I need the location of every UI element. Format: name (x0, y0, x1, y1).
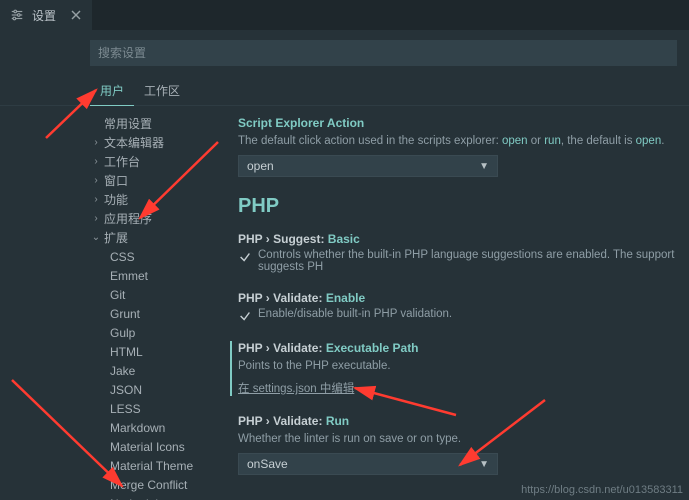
edit-in-settings-json-link[interactable]: 在 settings.json 中编辑 (238, 380, 689, 396)
setting-title: Script Explorer Action (238, 116, 689, 130)
tree-ext-material-theme[interactable]: Material Theme (110, 456, 230, 475)
setting-title-name: Executable Path (326, 341, 419, 355)
setting-checkbox-row[interactable]: Controls whether the built-in PHP langua… (238, 249, 689, 273)
tree-application[interactable]: ›应用程序 (90, 209, 230, 228)
tree-label: 窗口 (104, 172, 128, 189)
desc-text: , the default is (561, 135, 636, 147)
tree-ext-jake[interactable]: Jake (110, 361, 230, 380)
section-header-php: PHP (238, 195, 689, 218)
tree-ext-merge-conflict[interactable]: Merge Conflict (110, 475, 230, 494)
tree-ext-grunt[interactable]: Grunt (110, 304, 230, 323)
setting-php-validate-enable: PHP › Validate: Enable Enable/disable bu… (230, 291, 689, 323)
scope-tabs: 用户 工作区 (0, 76, 689, 106)
scope-tab-user[interactable]: 用户 (90, 76, 134, 106)
chevron-down-icon: ▼ (479, 161, 489, 172)
tree-ext-material-icons[interactable]: Material Icons (110, 437, 230, 456)
script-explorer-action-select[interactable]: open ▼ (238, 155, 498, 177)
tree-text-editor[interactable]: ›文本编辑器 (90, 133, 230, 152)
search-input[interactable] (90, 40, 677, 66)
chevron-right-icon: › (90, 137, 102, 148)
setting-checkbox-row[interactable]: Enable/disable built-in PHP validation. (238, 308, 689, 323)
desc-code: open (502, 135, 528, 147)
chevron-down-icon: ▼ (479, 459, 489, 470)
setting-title: PHP › Validate: Run (238, 414, 689, 428)
tree-label: 功能 (104, 191, 128, 208)
setting-title: PHP › Validate: Executable Path (238, 341, 689, 355)
setting-php-suggest-basic: PHP › Suggest: Basic Controls whether th… (230, 232, 689, 273)
desc-code: run (544, 135, 561, 147)
close-icon[interactable] (70, 9, 82, 21)
tree-label: 应用程序 (104, 210, 152, 227)
tree-label: 扩展 (104, 229, 128, 246)
settings-sliders-icon (10, 8, 24, 22)
chevron-right-icon: › (90, 194, 102, 205)
checkmark-icon (238, 250, 252, 264)
desc-text: . (661, 135, 664, 147)
tree-ext-git[interactable]: Git (110, 285, 230, 304)
chevron-right-icon: › (90, 213, 102, 224)
desc-text: or (528, 135, 545, 147)
tree-ext-css[interactable]: CSS (110, 247, 230, 266)
chevron-right-icon: › (90, 175, 102, 186)
tree-label: 工作台 (104, 153, 140, 170)
tree-ext-html[interactable]: HTML (110, 342, 230, 361)
tree-ext-json[interactable]: JSON (110, 380, 230, 399)
php-validate-run-select[interactable]: onSave ▼ (238, 453, 498, 475)
tree-label: 常用设置 (104, 115, 152, 132)
setting-title-prefix: PHP › Validate: (238, 414, 326, 428)
tree-ext-emmet[interactable]: Emmet (110, 266, 230, 285)
checkmark-icon (238, 309, 252, 323)
tree-workbench[interactable]: ›工作台 (90, 152, 230, 171)
select-value: open (247, 159, 274, 173)
chevron-right-icon: › (90, 156, 102, 167)
setting-description: Whether the linter is run on save or on … (238, 431, 689, 447)
tree-ext-node-debug[interactable]: Node debug (110, 494, 230, 500)
setting-title-prefix: PHP › Suggest: (238, 232, 328, 246)
scope-tab-workspace[interactable]: 工作区 (134, 76, 190, 105)
tree-features[interactable]: ›功能 (90, 190, 230, 209)
setting-title-prefix: PHP › Validate: (238, 341, 326, 355)
setting-description: Points to the PHP executable. (238, 358, 689, 374)
setting-php-validate-run: PHP › Validate: Run Whether the linter i… (230, 414, 689, 475)
tree-common[interactable]: 常用设置 (90, 114, 230, 133)
tree-ext-less[interactable]: LESS (110, 399, 230, 418)
chevron-down-icon: ⌄ (90, 232, 102, 243)
settings-tree: 常用设置 ›文本编辑器 ›工作台 ›窗口 ›功能 ›应用程序 ⌄扩展 CSS E… (0, 106, 230, 500)
setting-title: PHP › Validate: Enable (238, 291, 689, 305)
setting-title-name: Basic (328, 232, 360, 246)
tree-ext-markdown[interactable]: Markdown (110, 418, 230, 437)
tree-extensions-children: CSS Emmet Git Grunt Gulp HTML Jake JSON … (90, 247, 230, 500)
select-value: onSave (247, 457, 288, 471)
setting-title: PHP › Suggest: Basic (238, 232, 689, 246)
setting-php-validate-executable-path: PHP › Validate: Executable Path Points t… (230, 341, 689, 396)
setting-title-prefix: PHP › Validate: (238, 291, 326, 305)
setting-description: Enable/disable built-in PHP validation. (258, 308, 452, 320)
search-row (0, 30, 689, 76)
setting-title-text: Script Explorer Action (238, 116, 364, 130)
tree-window[interactable]: ›窗口 (90, 171, 230, 190)
desc-text: The default click action used in the scr… (238, 135, 502, 147)
tree-ext-gulp[interactable]: Gulp (110, 323, 230, 342)
main-area: 常用设置 ›文本编辑器 ›工作台 ›窗口 ›功能 ›应用程序 ⌄扩展 CSS E… (0, 106, 689, 500)
settings-content: Script Explorer Action The default click… (230, 106, 689, 500)
desc-code: open (636, 135, 662, 147)
setting-description: Controls whether the built-in PHP langua… (258, 249, 689, 273)
tree-label: 文本编辑器 (104, 134, 164, 151)
settings-tab[interactable]: 设置 (0, 0, 92, 30)
setting-description: The default click action used in the scr… (238, 133, 689, 149)
setting-script-explorer-action: Script Explorer Action The default click… (230, 116, 689, 177)
setting-title-name: Run (326, 414, 349, 428)
setting-title-name: Enable (326, 291, 365, 305)
tab-title: 设置 (32, 7, 56, 24)
watermark-text: https://blog.csdn.net/u013583311 (521, 484, 683, 496)
tab-bar: 设置 (0, 0, 689, 30)
tree-extensions[interactable]: ⌄扩展 (90, 228, 230, 247)
